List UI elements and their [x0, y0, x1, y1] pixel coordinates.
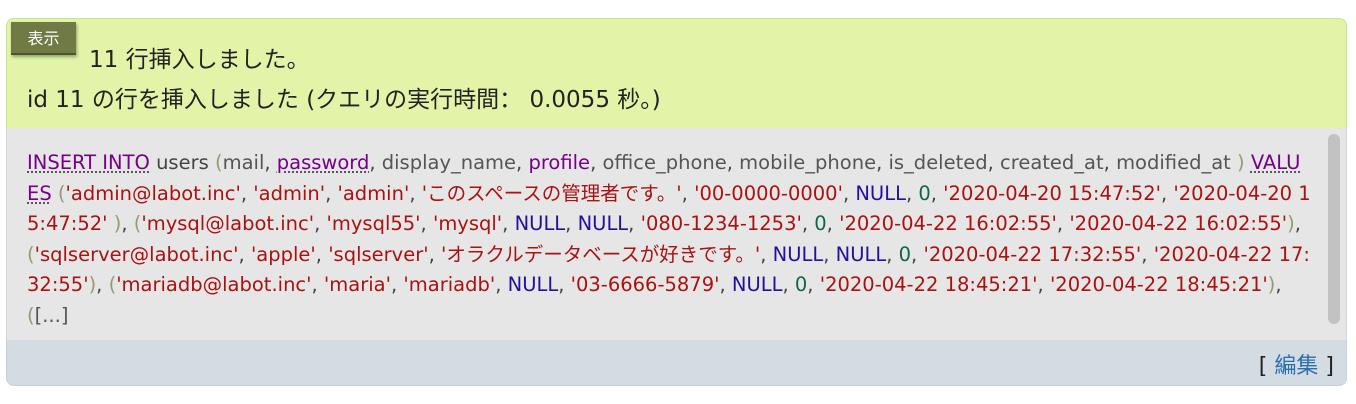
sql-column: office_phone [602, 151, 727, 174]
sql-paren: ( [27, 303, 35, 327]
sql-scrollbar[interactable] [1328, 134, 1340, 324]
sql-value: NULL [507, 273, 559, 296]
sql-column: modified_at [1116, 151, 1231, 174]
sql-column: mobile_phone [739, 151, 877, 174]
sql-value: '2020-04-22 17:32:55' [923, 242, 1142, 266]
sql-value: 'maria' [323, 273, 391, 296]
message-line-1: 11 行挿入しました。 [89, 47, 310, 73]
sql-value: '2020-04-20 15:47:52' [943, 181, 1161, 205]
show-badge[interactable]: 表示 [11, 22, 76, 55]
edit-link[interactable]: 編集 [1274, 354, 1318, 379]
sql-value: 'このスペースの管理者です。' [421, 181, 682, 205]
sql-paren: ) [113, 212, 122, 235]
sql-column: password [276, 151, 370, 174]
sql-value: '03-6666-5879' [570, 273, 720, 296]
sql-keyword-insert: INSERT INTO [27, 151, 150, 174]
sql-paren: ) [1267, 273, 1276, 296]
sql-value: NULL [772, 242, 824, 266]
sql-paren: ) [1237, 151, 1245, 174]
sql-value: 'sqlserver@labot.inc' [34, 242, 239, 266]
sql-value: 'mariadb@labot.inc' [116, 273, 312, 296]
sql-value: 'apple' [250, 242, 316, 266]
sql-paren: ( [27, 242, 35, 266]
query-footer: [ 編集 ] [6, 340, 1347, 386]
sql-value: 'mysql@labot.inc' [141, 212, 315, 235]
sql-paren: ) [88, 273, 97, 296]
sql-paren: ( [57, 181, 66, 205]
sql-value: NULL [514, 212, 566, 235]
sql-paren: ( [214, 151, 223, 174]
sql-value: '2020-04-22 16:02:55' [1069, 212, 1288, 235]
sql-column: mail [222, 151, 265, 174]
sql-value: NULL [731, 273, 783, 296]
sql-value: 'sqlserver' [328, 242, 429, 266]
sql-value: 0 [794, 273, 808, 296]
sql-value: '080-1234-1253' [640, 212, 802, 235]
sql-value: 0 [814, 212, 827, 235]
sql-column: created_at [1000, 151, 1104, 174]
sql-value: '2020-04-22 16:02:55' [839, 212, 1057, 235]
sql-value: 'mysql' [432, 212, 503, 235]
message-line-2: id 11 の行を挿入しました (クエリの実行時間： 0.0055 秒。) [27, 87, 661, 113]
sql-value: 0 [918, 181, 931, 205]
sql-value: 'admin@labot.inc' [65, 181, 241, 205]
sql-value: NULL [835, 242, 887, 266]
sql-value: 'admin' [253, 181, 326, 205]
sql-value: 'mysql55' [326, 212, 421, 235]
sql-ellipsis: [...] [34, 303, 69, 327]
sql-paren: ) [1287, 212, 1295, 235]
sql-value: '00-0000-0000' [694, 181, 843, 205]
sql-column: display_name [381, 151, 517, 174]
sql-query-text: INSERT INTO users (mail, password, displ… [27, 151, 1311, 327]
sql-column: profile [528, 151, 591, 174]
sql-value: 'オラクルデータベースが好きです。' [441, 242, 761, 266]
sql-value: NULL [577, 212, 629, 235]
sql-query-panel: INSERT INTO users (mail, password, displ… [6, 128, 1347, 340]
success-message: 11 行挿入しました。 id 11 の行を挿入しました (クエリの実行時間： 0… [6, 18, 1347, 128]
sql-value: 0 [898, 242, 912, 266]
edit-link-wrapper: [ 編集 ] [1259, 348, 1334, 380]
sql-value: 'mariadb' [403, 273, 496, 296]
bracket-close: ] [1325, 354, 1334, 379]
sql-value: '2020-04-22 18:45:21' [819, 273, 1038, 296]
sql-column: is_deleted [888, 151, 988, 174]
sql-value: NULL [855, 181, 906, 205]
bracket-open: [ [1258, 354, 1268, 379]
sql-value: 'admin' [337, 181, 410, 205]
sql-value: '2020-04-22 18:45:21' [1049, 273, 1268, 296]
